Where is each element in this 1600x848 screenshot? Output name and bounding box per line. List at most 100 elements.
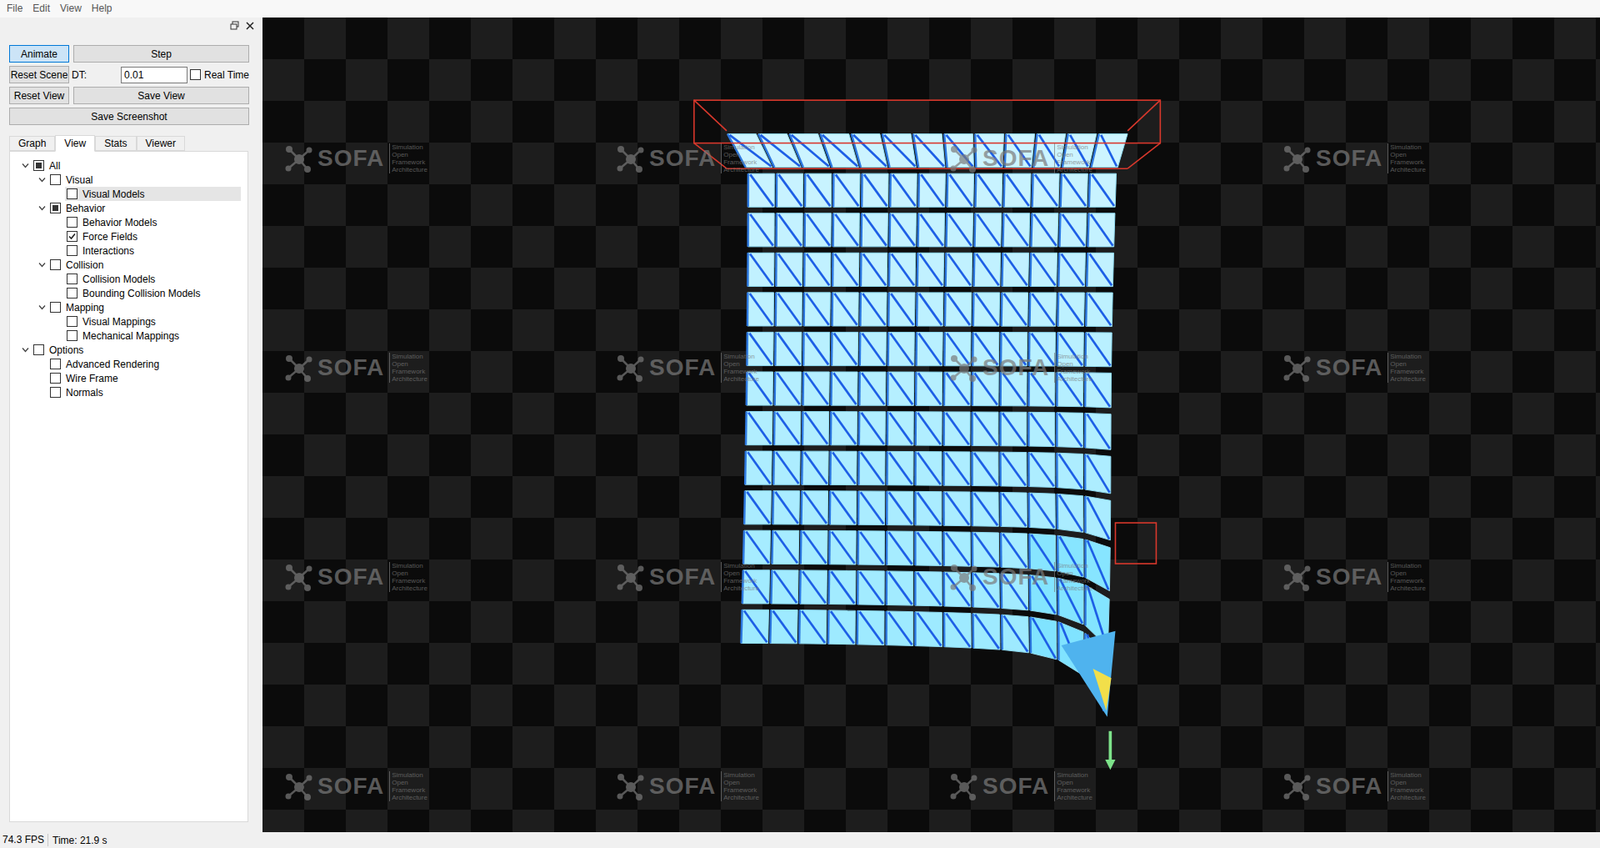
- tree-row[interactable]: Mapping: [10, 300, 248, 315]
- tree-row[interactable]: Behavior: [10, 200, 248, 215]
- tab[interactable]: Stats: [95, 135, 136, 151]
- tree-row[interactable]: Wire Frame: [10, 370, 248, 385]
- tree-item[interactable]: Options: [31, 342, 241, 357]
- tree-item[interactable]: Collision: [48, 257, 241, 272]
- tree-row[interactable]: All: [10, 158, 248, 173]
- checkbox[interactable]: [190, 69, 201, 80]
- 3d-viewport[interactable]: SOFASimulationOpenFrameworkArchitectureS…: [262, 17, 1600, 832]
- checkbox[interactable]: [33, 160, 45, 171]
- expander[interactable]: [18, 342, 32, 357]
- cell-diagonal: [1100, 135, 1117, 167]
- menu-item[interactable]: Edit: [27, 0, 55, 18]
- tree-label[interactable]: Interactions: [82, 243, 135, 259]
- tree-item[interactable]: Behavior Models: [65, 215, 241, 230]
- tree-label[interactable]: Mapping: [65, 300, 105, 315]
- tab[interactable]: Viewer: [136, 135, 185, 151]
- reset-view-button[interactable]: Reset View: [9, 86, 70, 105]
- tree-item[interactable]: Behavior: [48, 200, 241, 215]
- menu-item[interactable]: View: [55, 0, 87, 18]
- tree-row[interactable]: Visual Mappings: [10, 314, 248, 329]
- tagline-line: Open: [1390, 569, 1426, 577]
- real-time-label[interactable]: Real Time: [204, 67, 250, 83]
- tree-item[interactable]: Wire Frame: [48, 370, 241, 385]
- tree-label[interactable]: Visual Models: [82, 186, 145, 202]
- tree-row[interactable]: Bounding Collision Models: [10, 285, 248, 300]
- checkbox[interactable]: [66, 330, 78, 341]
- tree-item[interactable]: Mechanical Mappings: [65, 328, 241, 343]
- menu-item[interactable]: File: [1, 0, 28, 18]
- mesh-cell: [975, 134, 1004, 168]
- tree-row[interactable]: Visual: [10, 172, 248, 187]
- checkbox[interactable]: [50, 301, 61, 313]
- checkbox[interactable]: [50, 259, 61, 270]
- tree-label[interactable]: Force Fields: [82, 229, 138, 245]
- checkbox[interactable]: [66, 216, 78, 228]
- reset-scene-button[interactable]: Reset Scene: [9, 65, 70, 84]
- tree-item[interactable]: Interactions: [65, 243, 241, 258]
- tab[interactable]: View: [55, 135, 95, 152]
- checkbox[interactable]: [50, 174, 61, 185]
- expander[interactable]: [35, 257, 49, 272]
- tree-item[interactable]: Visual: [48, 172, 241, 187]
- tree-label[interactable]: Collision Models: [82, 271, 155, 287]
- tree-label[interactable]: Behavior Models: [82, 215, 157, 230]
- checkbox[interactable]: [66, 287, 78, 299]
- checkbox[interactable]: [50, 372, 61, 384]
- tree-item[interactable]: Visual Mappings: [65, 314, 241, 329]
- checkbox[interactable]: [33, 344, 45, 355]
- expander[interactable]: [18, 158, 32, 173]
- tree-label[interactable]: Behavior: [65, 200, 105, 216]
- tree-row[interactable]: Collision Models: [10, 271, 248, 286]
- menu-item[interactable]: Help: [86, 0, 118, 18]
- checkbox[interactable]: [50, 358, 61, 370]
- checkbox[interactable]: [50, 386, 61, 398]
- dt-input[interactable]: [120, 66, 188, 84]
- tree-row[interactable]: Collision: [10, 257, 248, 272]
- cell-edge: [1056, 292, 1060, 326]
- tree-item[interactable]: Collision Models: [65, 271, 241, 286]
- cell-edge: [773, 411, 776, 445]
- animate-button[interactable]: Animate: [9, 45, 70, 63]
- checkbox[interactable]: [66, 245, 78, 256]
- tree-label[interactable]: Normals: [65, 385, 104, 400]
- checkbox[interactable]: [50, 202, 61, 214]
- mesh-cell: [1029, 332, 1056, 366]
- tab[interactable]: Graph: [9, 135, 55, 151]
- tree-row[interactable]: Visual Models: [10, 186, 248, 201]
- tree-item[interactable]: All: [31, 158, 241, 173]
- tree-label[interactable]: Advanced Rendering: [65, 356, 160, 372]
- tree-row[interactable]: Options: [10, 342, 248, 357]
- checkbox[interactable]: [66, 273, 78, 285]
- save-screenshot-button[interactable]: Save Screenshot: [9, 107, 250, 125]
- tree-row[interactable]: Mechanical Mappings: [10, 328, 248, 343]
- tree-row[interactable]: Behavior Models: [10, 215, 248, 230]
- tree-item[interactable]: Force Fields: [65, 229, 241, 244]
- tree-row[interactable]: Advanced Rendering: [10, 356, 248, 371]
- step-button[interactable]: Step: [73, 45, 250, 63]
- expander[interactable]: [35, 300, 49, 315]
- expander[interactable]: [35, 172, 49, 187]
- tree-row[interactable]: Normals: [10, 385, 248, 400]
- tree-item[interactable]: Advanced Rendering: [48, 356, 241, 371]
- checkbox[interactable]: [66, 188, 78, 200]
- checkbox[interactable]: [66, 230, 78, 242]
- tree-label[interactable]: Bounding Collision Models: [82, 285, 200, 301]
- tree-row[interactable]: Force Fields: [10, 229, 248, 244]
- expander[interactable]: [35, 200, 49, 215]
- tree-item[interactable]: Visual Models: [65, 186, 241, 201]
- float-icon[interactable]: [230, 20, 240, 30]
- tree-item[interactable]: Bounding Collision Models: [65, 285, 241, 300]
- tree-item[interactable]: Mapping: [48, 300, 241, 315]
- checkbox[interactable]: [66, 315, 78, 327]
- tree-label[interactable]: Visual: [65, 172, 93, 188]
- tree-item[interactable]: Normals: [48, 385, 241, 400]
- tree-label[interactable]: Collision: [65, 257, 104, 273]
- close-icon[interactable]: [245, 21, 255, 30]
- tree-label[interactable]: Options: [49, 342, 84, 358]
- tree-label[interactable]: Mechanical Mappings: [82, 328, 180, 344]
- tree-label[interactable]: Visual Mappings: [82, 314, 156, 330]
- save-view-button[interactable]: Save View: [73, 86, 250, 105]
- tree-label[interactable]: Wire Frame: [65, 370, 119, 386]
- tree-row[interactable]: Interactions: [10, 243, 248, 258]
- tree-label[interactable]: All: [49, 158, 60, 174]
